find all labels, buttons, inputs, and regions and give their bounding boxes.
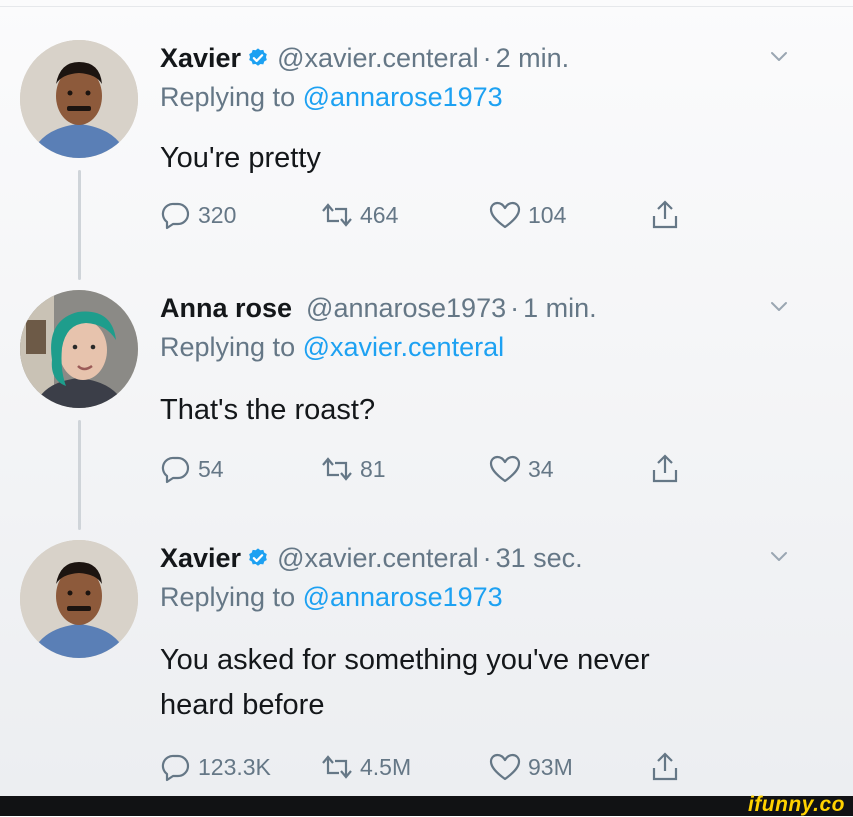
- retweet-count: 81: [360, 455, 386, 482]
- tweet-text: That's the roast?: [160, 388, 375, 433]
- share-button[interactable]: [650, 750, 680, 784]
- reply-handle-link[interactable]: @xavier.centeral: [303, 332, 505, 362]
- avatar[interactable]: [20, 540, 138, 658]
- tweet-thread-screen: Xavier @xavier.centeral · 2 min. Replyin…: [0, 0, 853, 796]
- retweet-icon: [322, 203, 352, 227]
- thread-connector: [78, 170, 81, 280]
- like-count: 93M: [528, 753, 573, 780]
- reply-button[interactable]: 123.3K: [160, 751, 320, 783]
- reply-count: 54: [198, 455, 224, 482]
- display-name[interactable]: Xavier: [160, 43, 241, 74]
- reply-context: Replying to @annarose1973: [160, 82, 503, 113]
- reply-context: Replying to @xavier.centeral: [160, 332, 504, 363]
- avatar-image: [20, 540, 138, 658]
- chevron-down-icon[interactable]: [765, 292, 793, 320]
- tweet-text-line: That's the roast?: [160, 394, 376, 426]
- reply-bubble-icon: [161, 754, 190, 782]
- retweet-count: 464: [360, 201, 399, 228]
- like-button[interactable]: 93M: [488, 751, 650, 783]
- heart-icon: [489, 753, 521, 781]
- verified-badge-icon: [247, 547, 269, 569]
- tweet-text: You asked for something you've never hea…: [160, 638, 650, 728]
- retweet-icon: [322, 755, 352, 779]
- reply-count: 320: [198, 201, 237, 228]
- retweet-button[interactable]: 464: [320, 199, 488, 231]
- tweet-text-line: heard before: [160, 689, 325, 721]
- retweet-count: 4.5M: [360, 753, 412, 780]
- reply-handle-link[interactable]: @annarose1973: [303, 582, 503, 612]
- share-icon: [652, 200, 678, 229]
- reply-context: Replying to @annarose1973: [160, 582, 503, 613]
- avatar-image: [20, 40, 138, 158]
- reply-bubble-icon: [161, 456, 190, 484]
- reply-count: 123.3K: [198, 753, 271, 780]
- like-count: 104: [528, 201, 567, 228]
- tweet-text-line: You're pretty: [160, 142, 321, 174]
- avatar[interactable]: [20, 290, 138, 408]
- tweet-actions: 320 464 104: [160, 198, 680, 232]
- heart-icon: [489, 201, 521, 229]
- reply-prefix: Replying to: [160, 82, 303, 112]
- retweet-button[interactable]: 4.5M: [320, 751, 488, 783]
- display-name[interactable]: Xavier: [160, 543, 241, 574]
- retweet-icon: [322, 457, 352, 481]
- share-icon: [652, 752, 678, 781]
- like-button[interactable]: 34: [488, 453, 650, 485]
- reply-handle-link[interactable]: @annarose1973: [303, 82, 503, 112]
- share-button[interactable]: [650, 452, 680, 486]
- retweet-button[interactable]: 81: [320, 453, 488, 485]
- thread-connector: [78, 420, 81, 530]
- chevron-down-icon[interactable]: [765, 42, 793, 70]
- chevron-down-icon[interactable]: [765, 542, 793, 570]
- share-icon: [652, 454, 678, 483]
- reply-prefix: Replying to: [160, 332, 303, 362]
- timestamp[interactable]: 1 min.: [523, 293, 597, 324]
- timestamp[interactable]: 2 min.: [496, 43, 570, 74]
- user-handle[interactable]: @annarose1973: [306, 293, 506, 324]
- user-handle[interactable]: @xavier.centeral: [277, 43, 479, 74]
- like-button[interactable]: 104: [488, 199, 650, 231]
- user-handle[interactable]: @xavier.centeral: [277, 543, 479, 574]
- reply-button[interactable]: 54: [160, 453, 320, 485]
- tweet-text: You're pretty: [160, 136, 321, 181]
- tweet-actions: 123.3K 4.5M 93M: [160, 750, 680, 784]
- top-divider: [0, 6, 853, 7]
- avatar[interactable]: [20, 40, 138, 158]
- tweet-actions: 54 81 34: [160, 452, 680, 486]
- heart-icon: [489, 455, 521, 483]
- reply-bubble-icon: [161, 202, 190, 230]
- avatar-image: [20, 290, 138, 408]
- timestamp[interactable]: 31 sec.: [496, 543, 583, 574]
- separator-dot: ·: [482, 542, 492, 573]
- separator-dot: ·: [482, 42, 492, 73]
- display-name[interactable]: Anna rose: [160, 293, 292, 324]
- separator-dot: ·: [510, 292, 520, 323]
- watermark-text: ifunny.co: [747, 793, 845, 816]
- share-button[interactable]: [650, 198, 680, 232]
- tweet-text-line: You asked for something you've never: [160, 644, 650, 676]
- verified-badge-icon: [247, 47, 269, 69]
- reply-prefix: Replying to: [160, 582, 303, 612]
- reply-button[interactable]: 320: [160, 199, 320, 231]
- watermark-bar: ifunny.co: [0, 793, 853, 816]
- like-count: 34: [528, 455, 554, 482]
